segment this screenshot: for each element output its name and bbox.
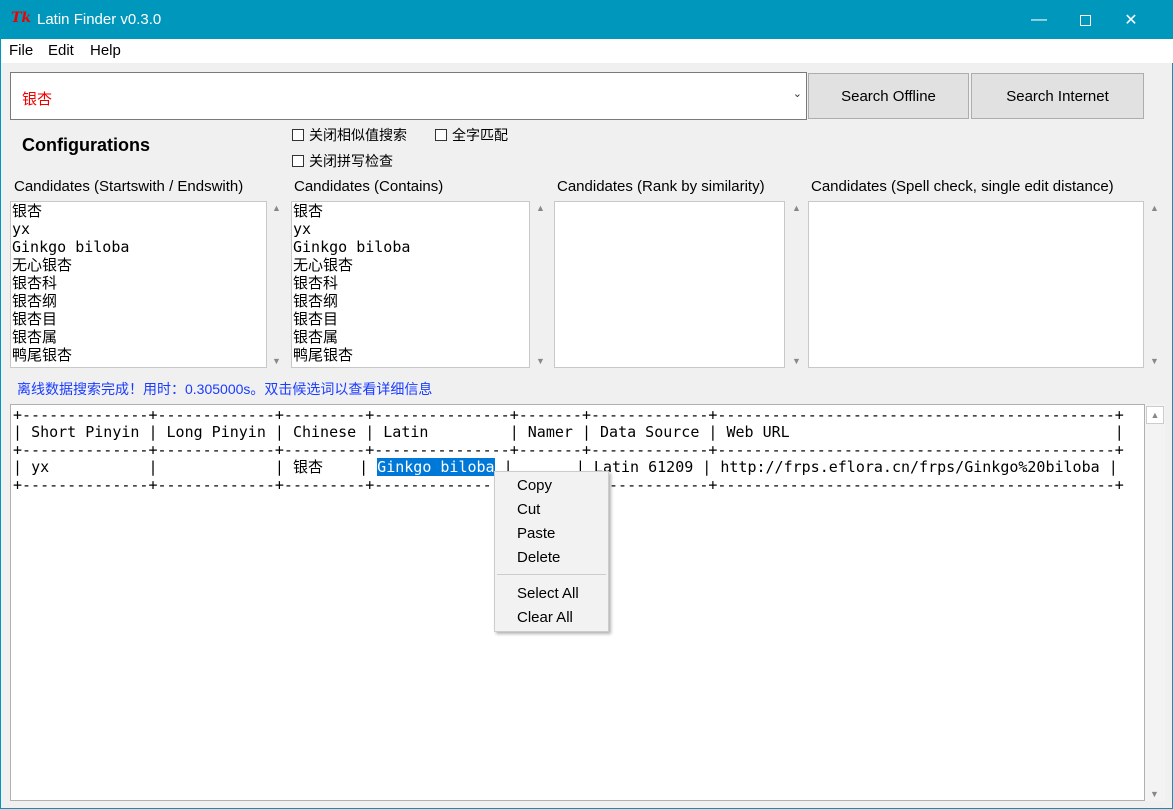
scrollbar[interactable]: ▲ ▼ — [787, 201, 807, 368]
menu-item-delete[interactable]: Delete — [517, 549, 560, 566]
scrollbar[interactable]: ▲ ▼ — [531, 201, 551, 368]
table-cell[interactable]: yx — [31, 458, 49, 476]
list-item[interactable]: 银杏目 — [293, 310, 529, 328]
menu-item-copy[interactable]: Copy — [517, 477, 552, 494]
menu-bar: File Edit Help — [1, 39, 1173, 63]
status-message: 离线数据搜索完成！用时：0.305000s。双击候选词以查看详细信息 — [17, 381, 433, 397]
table-cell[interactable]: Short Pinyin — [31, 423, 139, 441]
list-item[interactable]: 银杏属 — [293, 328, 529, 346]
checkbox[interactable] — [435, 129, 447, 141]
menu-help[interactable]: Help — [90, 42, 121, 59]
table-cell[interactable]: http://frps.eflora.cn/frps/Ginkgo%20bilo… — [720, 458, 1099, 476]
menu-item-cut[interactable]: Cut — [517, 501, 540, 518]
option-whole-word[interactable]: 全字匹配 — [435, 125, 508, 145]
scroll-up-icon[interactable]: ▲ — [536, 203, 545, 213]
scroll-up-icon[interactable]: ▲ — [792, 203, 801, 213]
maximize-icon — [1079, 14, 1091, 26]
scroll-down-icon[interactable]: ▼ — [272, 356, 281, 366]
list-item[interactable]: Ginkgo biloba — [293, 238, 529, 256]
scroll-down-icon[interactable]: ▼ — [1150, 356, 1159, 366]
list-item[interactable]: 无心银杏 — [293, 256, 529, 274]
candidates-similarity-label: Candidates (Rank by similarity) — [557, 178, 765, 195]
list-item[interactable]: 无心银杏 — [12, 256, 266, 274]
list-item[interactable]: yx — [12, 220, 266, 238]
search-input[interactable]: 银杏 — [22, 88, 52, 109]
scroll-up-icon[interactable]: ▲ — [1150, 203, 1159, 213]
chevron-down-icon[interactable]: ⌄ — [793, 87, 802, 100]
table-cell[interactable]: Long Pinyin — [167, 423, 266, 441]
option-label: 全字匹配 — [452, 127, 508, 143]
menu-item-paste[interactable]: Paste — [517, 525, 555, 542]
candidates-startswith-list[interactable]: 银杏 yx Ginkgo biloba 无心银杏 银杏科 银杏纲 银杏目 银杏属 鸭尾银杏 — [10, 201, 267, 368]
checkbox[interactable] — [292, 129, 304, 141]
scroll-up-icon[interactable]: ▲ — [272, 203, 281, 213]
window-title: Latin Finder v0.3.0 — [37, 11, 162, 28]
scroll-down-icon[interactable]: ▼ — [536, 356, 545, 366]
menu-separator — [497, 574, 606, 575]
list-item[interactable]: 鸭尾银杏 — [293, 346, 529, 364]
list-item[interactable]: 银杏纲 — [293, 292, 529, 310]
option-label: 关闭拼写检查 — [309, 153, 393, 169]
menu-file[interactable]: File — [9, 42, 33, 59]
table-cell[interactable]: Namer — [528, 423, 573, 441]
list-item[interactable]: 银杏 — [293, 202, 529, 220]
table-cell[interactable]: 银杏 — [293, 458, 323, 476]
scrollbar[interactable]: ▲ ▼ — [1145, 201, 1165, 368]
minimize-button[interactable]: — — [1016, 1, 1062, 39]
maximize-button[interactable] — [1062, 1, 1108, 39]
minimize-icon: — — [1031, 11, 1047, 28]
menu-item-select-all[interactable]: Select All — [517, 585, 579, 602]
candidates-contains-list[interactable]: 银杏 yx Ginkgo biloba 无心银杏 银杏科 银杏纲 银杏目 银杏属 鸭尾银杏 — [291, 201, 530, 368]
option-label: 关闭相似值搜索 — [309, 127, 407, 143]
list-item[interactable]: 银杏纲 — [12, 292, 266, 310]
list-item[interactable]: 鸭尾银杏 — [12, 346, 266, 364]
menu-item-clear-all[interactable]: Clear All — [517, 609, 573, 626]
candidates-contains-label: Candidates (Contains) — [294, 178, 444, 195]
menu-edit[interactable]: Edit — [48, 42, 74, 59]
app-logo: Tk — [11, 10, 32, 26]
list-item[interactable]: 银杏 — [12, 202, 266, 220]
candidates-spellcheck-label: Candidates (Spell check, single edit dis… — [811, 178, 1114, 195]
results-scrollbar[interactable]: ▲ ▼ — [1145, 404, 1165, 801]
table-border: +--------------+-------------+---------+… — [13, 406, 1124, 424]
candidates-spellcheck-list[interactable] — [808, 201, 1144, 368]
title-bar: Tk Latin Finder v0.3.0 — ✕ — [1, 1, 1173, 39]
close-icon: ✕ — [1124, 12, 1138, 29]
config-title: Configurations — [22, 135, 150, 155]
search-internet-button[interactable]: Search Internet — [971, 73, 1144, 119]
option-disable-spellcheck[interactable]: 关闭拼写检查 — [292, 151, 393, 171]
table-cell[interactable]: Ginkgo biloba — [377, 458, 495, 477]
candidates-startswith-label: Candidates (Startswith / Endswith) — [14, 178, 244, 195]
list-item[interactable]: 银杏属 — [12, 328, 266, 346]
table-cell[interactable]: Chinese — [293, 423, 356, 441]
scroll-down-icon[interactable]: ▼ — [1150, 789, 1159, 799]
search-offline-button[interactable]: Search Offline — [808, 73, 969, 119]
search-combobox[interactable]: 银杏 ⌄ — [10, 72, 807, 120]
table-border: +--------------+-------------+---------+… — [13, 440, 1124, 459]
list-item[interactable]: yx — [293, 220, 529, 238]
scrollbar[interactable]: ▲ ▼ — [267, 201, 287, 368]
candidates-similarity-list[interactable] — [554, 201, 785, 368]
list-item[interactable]: 银杏目 — [12, 310, 266, 328]
list-item[interactable]: 银杏科 — [12, 274, 266, 292]
scroll-up-icon[interactable]: ▲ — [1146, 406, 1164, 424]
table-cell[interactable]: Web URL — [726, 423, 789, 441]
list-item[interactable]: 银杏科 — [293, 274, 529, 292]
context-menu: Copy Cut Paste Delete Select All Clear A… — [494, 471, 609, 632]
option-disable-similarity[interactable]: 关闭相似值搜索 — [292, 125, 407, 145]
list-item[interactable]: Ginkgo biloba — [12, 238, 266, 256]
close-button[interactable]: ✕ — [1108, 1, 1154, 39]
table-cell[interactable]: Latin — [383, 423, 428, 441]
table-cell[interactable]: Data Source — [600, 423, 699, 441]
scroll-down-icon[interactable]: ▼ — [792, 356, 801, 366]
checkbox[interactable] — [292, 155, 304, 167]
table-header: | Short Pinyin | Long Pinyin | Chinese |… — [13, 423, 1124, 442]
